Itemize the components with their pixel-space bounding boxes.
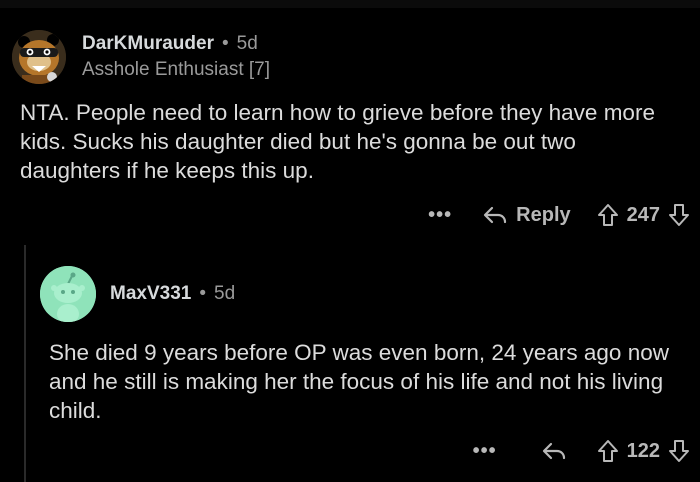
top-divider [0, 0, 700, 8]
comment-header: DarKMurauder • 5d Asshole Enthusiast [7] [12, 26, 270, 88]
user-flair: Asshole Enthusiast [7] [82, 59, 270, 80]
comment-actions: ••• 122 [0, 434, 690, 468]
separator-dot: • [221, 33, 229, 54]
upvote-arrow-icon [597, 203, 619, 227]
more-options-button[interactable]: ••• [473, 440, 497, 463]
downvote-arrow-icon [668, 203, 690, 227]
timestamp: 5d [214, 283, 236, 304]
comment-actions: ••• Reply 247 [0, 198, 690, 232]
reply-button[interactable] [541, 441, 567, 461]
username[interactable]: DarKMurauder [82, 33, 214, 55]
comment-header: MaxV331 • 5d [40, 266, 235, 322]
upvote-button[interactable] [597, 203, 619, 227]
upvote-button[interactable] [597, 439, 619, 463]
more-options-button[interactable]: ••• [428, 204, 452, 227]
snoo-avatar-icon[interactable] [40, 266, 96, 322]
downvote-button[interactable] [668, 203, 690, 227]
separator-dot: • [199, 283, 206, 304]
reply-arrow-icon [482, 205, 508, 225]
reply-label: Reply [516, 203, 571, 226]
username[interactable]: MaxV331 [110, 283, 191, 305]
vote-score: 122 [626, 439, 660, 462]
upvote-arrow-icon [597, 439, 619, 463]
comment-body: NTA. People need to learn how to grieve … [20, 100, 655, 183]
comment-thread: DarKMurauder • 5d Asshole Enthusiast [7]… [0, 0, 700, 482]
comment-body: She died 9 years before OP was even born… [49, 340, 669, 423]
downvote-button[interactable] [668, 439, 690, 463]
reply-button[interactable]: Reply [482, 203, 571, 227]
mascot-avatar-icon[interactable] [12, 30, 66, 84]
downvote-arrow-icon [668, 439, 690, 463]
timestamp: 5d [236, 33, 258, 54]
reply-arrow-icon [541, 441, 567, 461]
vote-score: 247 [626, 203, 660, 226]
